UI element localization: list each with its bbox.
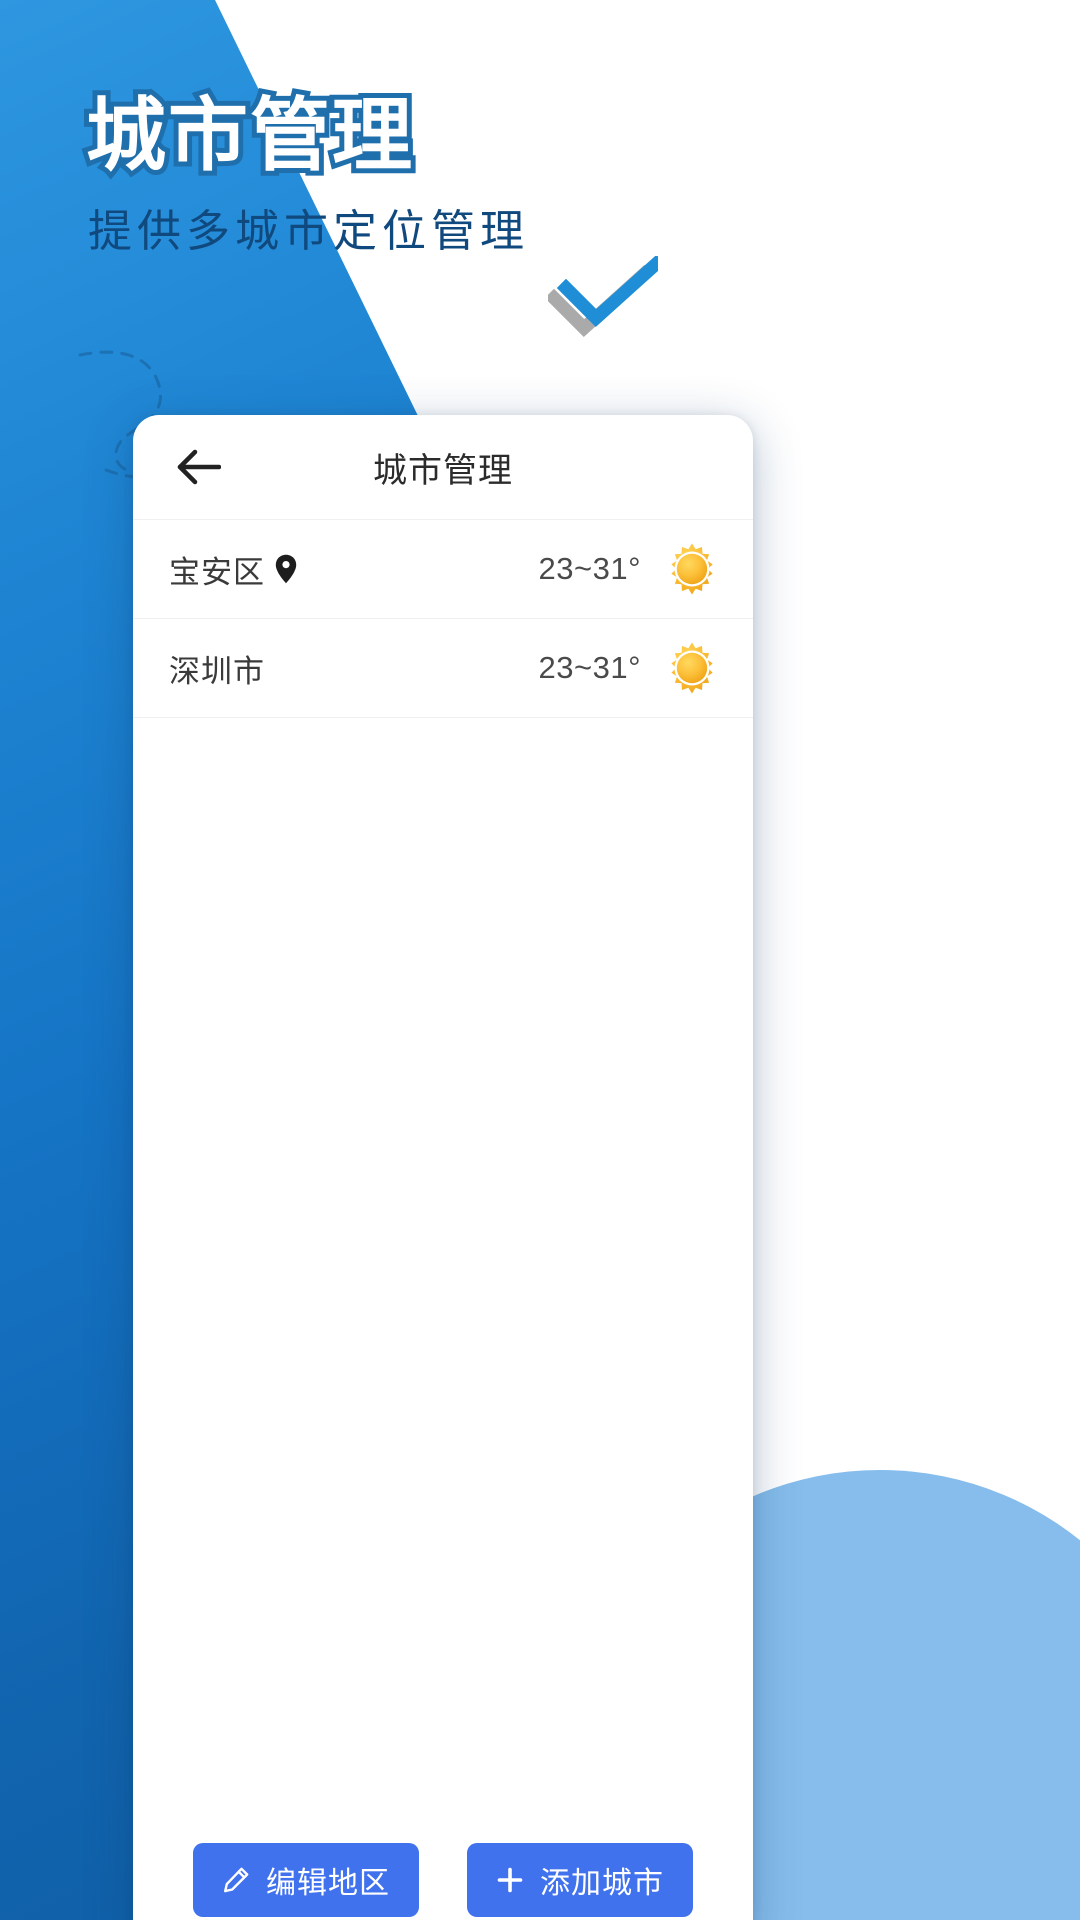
city-name: 深圳市 — [169, 653, 265, 689]
temperature-value: 23~31° — [538, 551, 641, 586]
table-row[interactable]: 宝安区 23~31° — [133, 520, 753, 619]
city-name-cell: 宝安区 — [169, 547, 297, 592]
city-name: 宝安区 — [169, 554, 265, 590]
table-row[interactable]: 深圳市 23~31° — [133, 619, 753, 718]
city-name-cell: 深圳市 — [169, 646, 265, 691]
location-pin-icon — [275, 554, 297, 584]
back-arrow-icon[interactable] — [169, 438, 227, 496]
sun-icon — [665, 542, 719, 596]
promo-screenshot: 城市管理 提供多城市定位管理 城市管理 宝安区 23~31° 深圳市 23~31… — [0, 0, 1080, 1920]
empty-list-area — [133, 718, 753, 1825]
add-city-button[interactable]: 添加城市 — [467, 1843, 693, 1917]
page-title: 城市管理 — [81, 91, 417, 181]
edit-region-label: 编辑地区 — [266, 1867, 390, 1900]
app-topbar: 城市管理 — [133, 415, 753, 520]
page-subtitle: 提供多城市定位管理 — [88, 207, 529, 256]
bottom-action-bar: 编辑地区 添加城市 — [133, 1825, 753, 1920]
sun-icon — [665, 641, 719, 695]
temperature-value: 23~31° — [538, 650, 641, 685]
plus-icon — [496, 1866, 524, 1894]
add-city-label: 添加城市 — [540, 1867, 664, 1900]
edit-region-button[interactable]: 编辑地区 — [193, 1843, 419, 1917]
double-check-icon — [548, 256, 658, 346]
phone-mockup: 城市管理 宝安区 23~31° 深圳市 23~31° 编辑地区 添加城市 — [133, 415, 753, 1920]
pencil-icon — [222, 1866, 250, 1894]
